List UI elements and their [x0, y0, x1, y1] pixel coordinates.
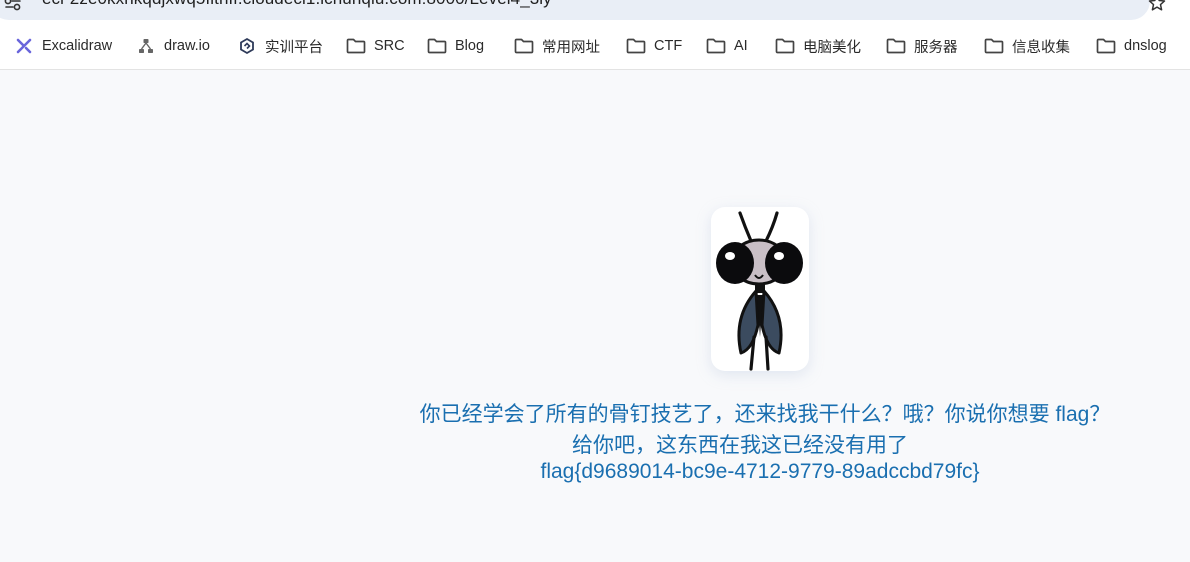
excalidraw-icon — [14, 37, 34, 55]
bookmark-label: SRC — [374, 38, 405, 54]
bookmark-folder-ctf[interactable]: CTF — [626, 34, 682, 58]
bookmark-label: draw.io — [164, 38, 210, 54]
platform-icon — [237, 37, 257, 55]
folder-icon — [886, 37, 906, 55]
character-card — [711, 207, 809, 371]
bookmark-label: 电脑美化 — [803, 39, 861, 56]
bookmark-folder-servers[interactable]: 服务器 — [886, 34, 958, 58]
address-bar-region: eci-2ze0kxhkqdjxwq5fithff.cloudeci1.ichu… — [0, 0, 1190, 22]
bookmark-label: 服务器 — [914, 39, 958, 56]
bookmark-label: 实训平台 — [265, 39, 323, 56]
bookmark-label: AI — [734, 38, 748, 54]
message-line: 你已经学会了所有的骨钉技艺了，还来找我干什么？哦？你说你想要 flag？ — [419, 403, 1111, 426]
folder-icon — [1096, 37, 1116, 55]
flag-text: flag{d9689014-bc9e-4712-9779-89adccbd79f… — [540, 460, 980, 483]
site-info-icon[interactable] — [4, 0, 22, 11]
bookmark-folder-info-gathering[interactable]: 信息收集 — [984, 34, 1070, 58]
bookmark-folder-desktop-theme[interactable]: 电脑美化 — [775, 34, 861, 58]
folder-icon — [706, 37, 726, 55]
bookmark-star-icon[interactable] — [1148, 0, 1166, 12]
bookmark-folder-blog[interactable]: Blog — [427, 34, 484, 58]
folder-icon — [626, 37, 646, 55]
bookmark-label: 信息收集 — [1012, 39, 1070, 56]
bookmark-folder-src[interactable]: SRC — [346, 34, 405, 58]
bookmark-drawio[interactable]: draw.io — [136, 34, 210, 58]
bookmarks-bar: Excalidraw draw.io 实训平台 SRC Blog 常用网址 CT… — [0, 22, 1190, 70]
bookmark-folder-common-sites[interactable]: 常用网址 — [514, 34, 600, 58]
folder-icon — [514, 37, 534, 55]
bookmark-folder-ai[interactable]: AI — [706, 34, 748, 58]
folder-icon — [427, 37, 447, 55]
bookmark-label: Excalidraw — [42, 38, 113, 54]
bookmark-label: Blog — [455, 38, 485, 54]
bookmark-folder-dnslog[interactable]: dnslog — [1096, 34, 1167, 58]
url-text[interactable]: eci-2ze0kxhkqdjxwq5fithff.cloudeci1.ichu… — [42, 0, 552, 9]
bug-character-image — [716, 211, 803, 371]
bookmark-label: 常用网址 — [542, 39, 600, 56]
folder-icon — [775, 37, 795, 55]
bookmark-label: dnslog — [1124, 38, 1167, 54]
drawio-icon — [136, 37, 156, 55]
page-content: 你已经学会了所有的骨钉技艺了，还来找我干什么？哦？你说你想要 flag？ 给你吧… — [0, 70, 1190, 562]
folder-icon — [346, 37, 366, 55]
message-line: 给你吧，这东西在我这已经没有用了 — [572, 434, 908, 457]
bookmark-excalidraw[interactable]: Excalidraw — [14, 34, 112, 58]
bookmark-label: CTF — [654, 38, 683, 54]
folder-icon — [984, 37, 1004, 55]
bookmark-training-platform[interactable]: 实训平台 — [237, 34, 323, 58]
